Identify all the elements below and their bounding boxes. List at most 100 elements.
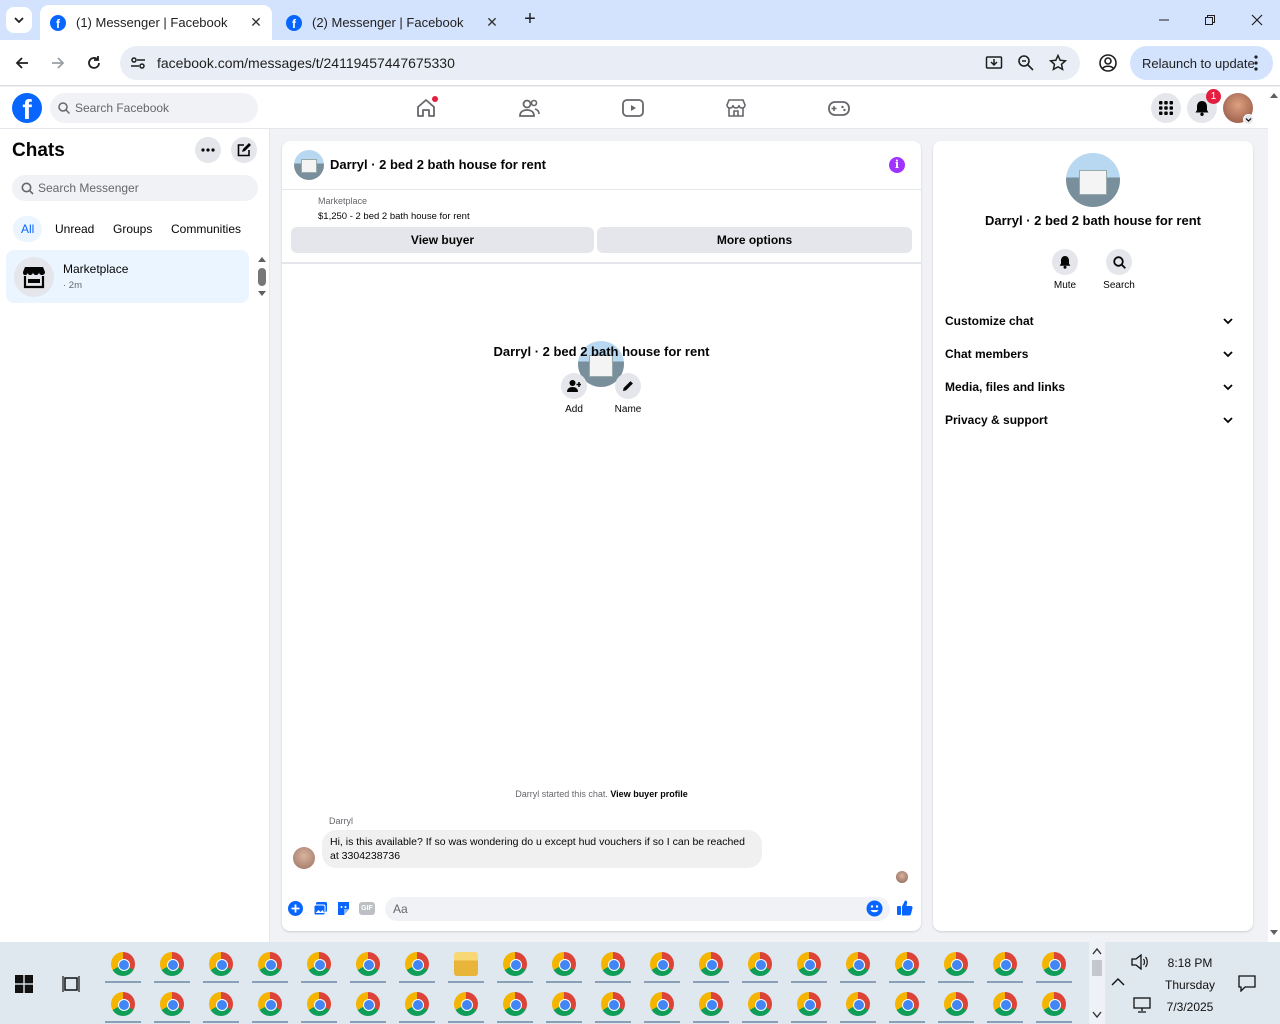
chat-options-button[interactable] [195,137,221,163]
chrome-taskbar-icon[interactable] [846,952,870,976]
chrome-taskbar-icon[interactable] [895,992,919,1016]
sticker-icon[interactable] [336,901,351,916]
view-buyer-profile-link[interactable]: View buyer profile [610,789,687,799]
chrome-taskbar-icon[interactable] [454,992,478,1016]
reload-button[interactable] [80,50,108,76]
listing-title[interactable]: $1,250 - 2 bed 2 bath house for rent [318,211,470,222]
tab-messenger-1[interactable]: f (1) Messenger | Facebook ✕ [40,5,272,40]
message-bubble[interactable]: Hi, is this available? If so was wonderi… [322,830,762,868]
chrome-taskbar-icon[interactable] [895,952,919,976]
chrome-taskbar-icon[interactable] [748,992,772,1016]
mute-button[interactable] [1052,249,1078,275]
taskbar-clock[interactable]: 8:18 PM Thursday 7/3/2025 [1155,952,1225,1018]
chrome-taskbar-icon[interactable] [356,952,380,976]
chrome-taskbar-icon[interactable] [1042,992,1066,1016]
taskbar-scroll-area[interactable] [1089,942,1105,1024]
gaming-icon[interactable] [827,96,851,120]
chrome-taskbar-icon[interactable] [601,952,625,976]
chrome-taskbar-icon[interactable] [503,992,527,1016]
chrome-taskbar-icon[interactable] [160,952,184,976]
add-people-button[interactable] [561,373,587,399]
view-buyer-button[interactable]: View buyer [291,227,594,253]
tab-messenger-2[interactable]: f (2) Messenger | Facebook ✕ [276,5,508,40]
chrome-taskbar-icon[interactable] [307,952,331,976]
close-tab-icon[interactable]: ✕ [484,14,500,30]
scroll-down-arrow-icon[interactable] [1269,929,1279,937]
bookmark-star-icon[interactable] [1049,54,1067,72]
profile-icon[interactable] [1098,53,1118,73]
network-icon[interactable] [1133,997,1151,1013]
windows-start-icon[interactable] [15,975,33,993]
more-options-button[interactable]: More options [597,227,912,253]
chrome-taskbar-icon[interactable] [209,952,233,976]
page-scrollbar[interactable] [1268,87,1280,942]
forward-button[interactable] [44,50,72,76]
action-center-icon[interactable] [1238,975,1256,992]
home-icon[interactable] [414,96,438,120]
chrome-taskbar-icon[interactable] [1042,952,1066,976]
chrome-taskbar-icon[interactable] [944,952,968,976]
chat-members-section[interactable]: Chat members [945,342,1241,366]
info-icon[interactable]: i [889,157,905,173]
restore-button[interactable] [1187,0,1233,40]
chrome-taskbar-icon[interactable] [258,952,282,976]
chrome-taskbar-icon[interactable] [552,992,576,1016]
file-explorer-icon[interactable] [454,952,478,976]
back-button[interactable] [8,50,36,76]
customize-chat-section[interactable]: Customize chat [945,309,1241,333]
more-vertical-icon[interactable] [1254,55,1258,71]
messenger-search-input[interactable]: Search Messenger [12,175,258,201]
chrome-taskbar-icon[interactable] [846,992,870,1016]
chrome-taskbar-icon[interactable] [111,952,135,976]
chrome-taskbar-icon[interactable] [650,952,674,976]
message-input[interactable]: Aa [385,897,890,921]
chat-list-item-marketplace[interactable]: Marketplace · 2m [6,250,249,303]
friends-icon[interactable] [517,96,541,120]
volume-icon[interactable] [1131,954,1149,970]
scroll-down-arrow-icon[interactable] [257,290,267,298]
chrome-taskbar-icon[interactable] [650,992,674,1016]
filter-all[interactable]: All [13,216,43,242]
chrome-taskbar-icon[interactable] [258,992,282,1016]
close-window-button[interactable] [1234,0,1280,40]
chrome-taskbar-icon[interactable] [993,992,1017,1016]
scroll-down-arrow-icon[interactable] [1092,1011,1102,1019]
chrome-taskbar-icon[interactable] [797,952,821,976]
chrome-taskbar-icon[interactable] [307,992,331,1016]
chrome-taskbar-icon[interactable] [209,992,233,1016]
chrome-taskbar-icon[interactable] [405,952,429,976]
url-text[interactable]: facebook.com/messages/t/2411945744767533… [157,55,455,71]
facebook-logo[interactable]: f [12,93,42,123]
gif-button[interactable]: GIF [359,902,375,915]
install-app-icon[interactable] [985,54,1003,72]
chrome-taskbar-icon[interactable] [748,952,772,976]
privacy-support-section[interactable]: Privacy & support [945,408,1241,432]
conversation-title[interactable]: Darryl · 2 bed 2 bath house for rent [330,157,546,172]
chat-list-scrollbar-thumb[interactable] [258,268,266,286]
minimize-button[interactable] [1141,0,1187,40]
menu-button[interactable] [1151,93,1181,123]
account-chevron-icon[interactable] [1243,114,1254,125]
chrome-taskbar-icon[interactable] [160,992,184,1016]
video-icon[interactable] [621,96,645,120]
media-files-links-section[interactable]: Media, files and links [945,375,1241,399]
close-tab-icon[interactable]: ✕ [248,14,264,30]
scroll-up-arrow-icon[interactable] [257,255,267,263]
filter-groups[interactable]: Groups [105,216,160,242]
details-avatar[interactable] [1066,153,1120,207]
scroll-up-arrow-icon[interactable] [1269,91,1279,99]
marketplace-icon[interactable] [724,96,748,120]
chrome-taskbar-icon[interactable] [699,952,723,976]
sender-avatar[interactable] [293,847,315,869]
chrome-taskbar-icon[interactable] [993,952,1017,976]
chrome-taskbar-icon[interactable] [552,952,576,976]
address-bar[interactable]: facebook.com/messages/t/2411945744767533… [120,46,1080,80]
relaunch-to-update-button[interactable]: Relaunch to update [1130,46,1273,80]
photo-icon[interactable] [313,901,328,916]
chrome-taskbar-icon[interactable] [944,992,968,1016]
tab-search-button[interactable] [6,7,32,33]
new-tab-button[interactable]: + [518,8,542,32]
search-in-conversation-button[interactable] [1106,249,1132,275]
chrome-taskbar-icon[interactable] [405,992,429,1016]
zoom-icon[interactable] [1017,54,1035,72]
